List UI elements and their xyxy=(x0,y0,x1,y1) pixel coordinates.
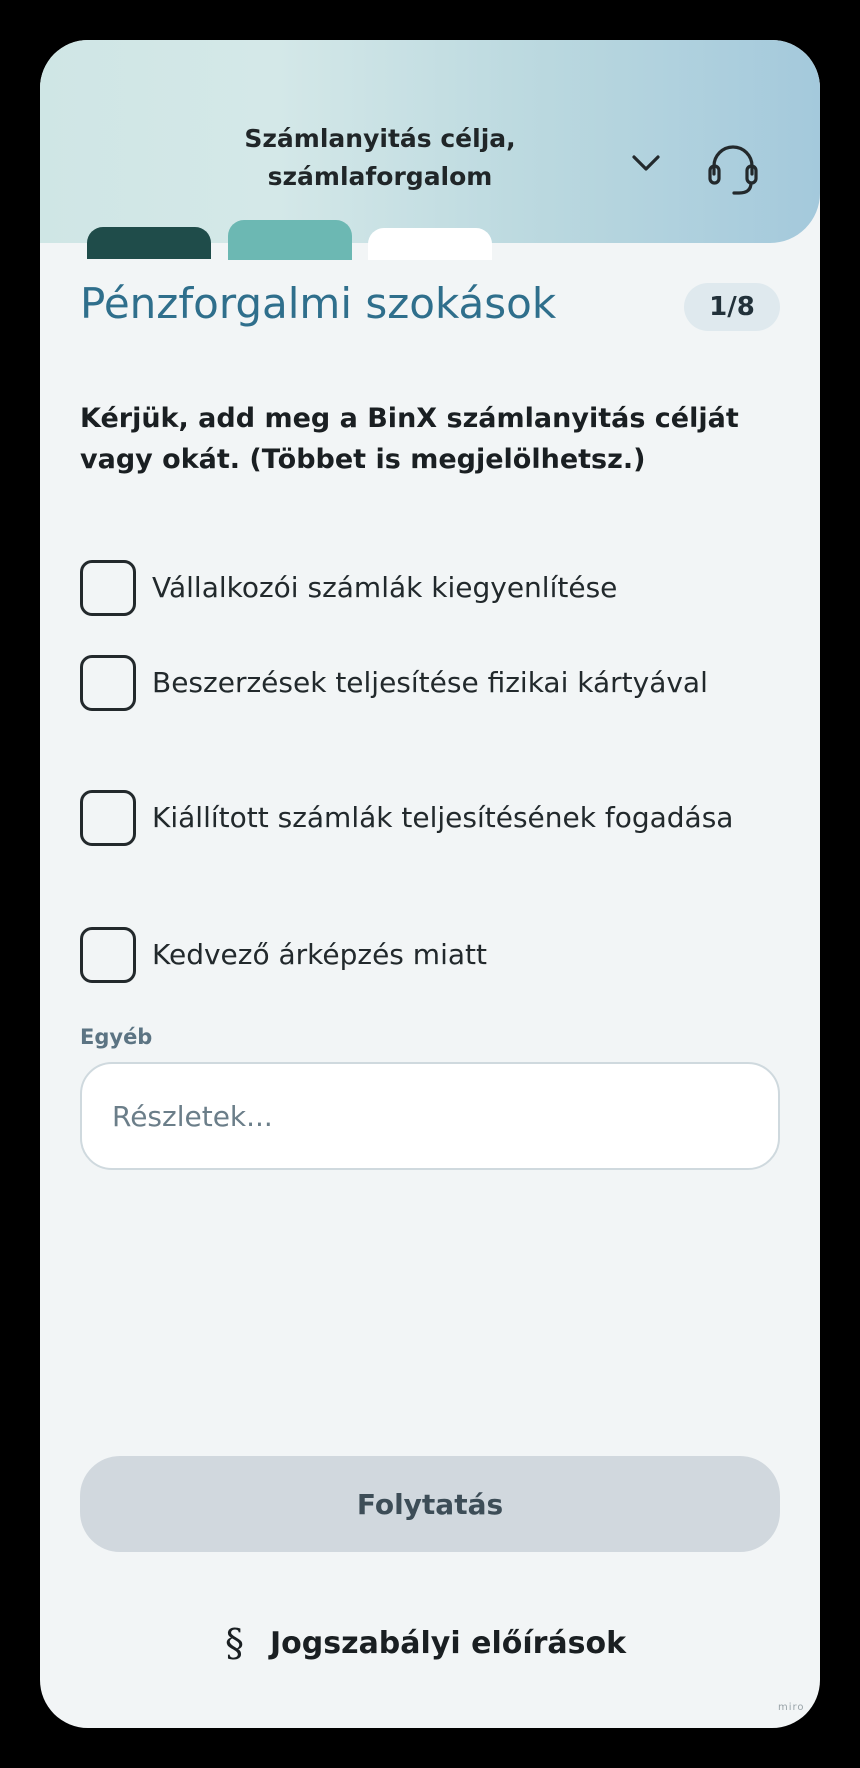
option-kedvezo-arkepzes[interactable]: Kedvező árképzés miatt xyxy=(80,927,780,983)
option-label: Kiállított számlák teljesítésének fogadá… xyxy=(152,801,734,834)
checkbox[interactable] xyxy=(80,655,136,711)
legal-link-label: Jogszabályi előírások xyxy=(270,1625,627,1661)
option-vallalkozoi-szamlak[interactable]: Vállalkozói számlák kiegyenlítése xyxy=(80,560,780,616)
option-label: Beszerzések teljesítése fizikai kártyáva… xyxy=(152,666,708,699)
option-beszerzesek-fizikai-kartya[interactable]: Beszerzések teljesítése fizikai kártyáva… xyxy=(80,655,780,751)
option-label: Vállalkozói számlák kiegyenlítése xyxy=(152,571,618,604)
headset-icon[interactable] xyxy=(702,136,764,198)
paragraph-icon: § xyxy=(225,1621,244,1665)
header: Számlanyitás célja, számlaforgalom xyxy=(40,40,820,243)
checkbox[interactable] xyxy=(80,790,136,846)
progress-tab-3 xyxy=(368,228,492,260)
chevron-down-icon[interactable] xyxy=(626,144,666,184)
header-title-line1: Számlanyitás célja, xyxy=(244,124,516,153)
checkbox[interactable] xyxy=(80,927,136,983)
device-frame: Számlanyitás célja, számlaforgalom Pénzf xyxy=(0,0,860,1768)
checkbox[interactable] xyxy=(80,560,136,616)
app-screen: Számlanyitás célja, számlaforgalom Pénzf xyxy=(40,40,820,1728)
section-title: Pénzforgalmi szokások xyxy=(80,279,557,328)
header-title-line2: számlaforgalom xyxy=(267,162,493,191)
step-badge: 1/8 xyxy=(684,283,780,331)
watermark: miro xyxy=(778,1702,805,1713)
legal-link[interactable]: § Jogszabályi előírások xyxy=(225,1618,626,1668)
header-title: Számlanyitás célja, számlaforgalom xyxy=(230,120,530,196)
other-label: Egyéb xyxy=(80,1025,153,1049)
continue-button[interactable]: Folytatás xyxy=(80,1456,780,1552)
question-text: Kérjük, add meg a BinX számlanyitás célj… xyxy=(80,403,739,475)
progress-tab-2 xyxy=(228,220,352,260)
progress-tab-1 xyxy=(87,227,211,259)
details-input[interactable] xyxy=(80,1062,780,1170)
option-label: Kedvező árképzés miatt xyxy=(152,938,487,971)
option-kiallitott-szamlak[interactable]: Kiállított számlák teljesítésének fogadá… xyxy=(80,790,780,886)
